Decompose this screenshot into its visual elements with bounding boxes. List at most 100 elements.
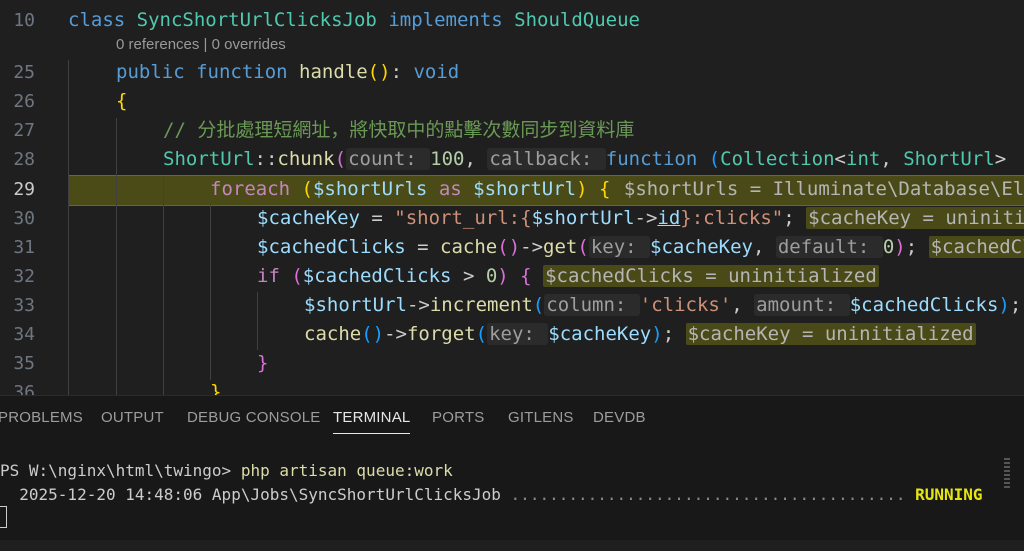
line-number: 25: [13, 62, 35, 83]
token: ,: [731, 294, 755, 316]
log-job: App\Jobs\SyncShortUrlClicksJob: [211, 485, 511, 504]
code-text: $cachedClicks = cache()->get(key: $cache…: [257, 233, 1024, 262]
token: cache: [440, 236, 498, 258]
token: }: [210, 381, 222, 395]
token: ): [497, 265, 521, 287]
token: ;: [905, 236, 929, 258]
token: handle: [299, 61, 368, 83]
token: function: [605, 148, 709, 170]
code-line[interactable]: 31 $cachedClicks = cache()->get(key: $cac…: [0, 233, 1024, 262]
token: 100: [430, 148, 465, 170]
codelens-references[interactable]: 0 references | 0 overrides: [116, 36, 286, 53]
line-number: 26: [13, 91, 35, 112]
token: get: [543, 236, 578, 258]
tab-output[interactable]: OUTPUT: [101, 409, 164, 426]
code-line[interactable]: 33 $shortUrl->increment(column: 'clicks',…: [0, 291, 1024, 320]
line-number: 31: [13, 237, 35, 258]
token: ShortUrl: [163, 148, 255, 170]
token: ,: [464, 148, 488, 170]
token: ,: [752, 236, 776, 258]
tab-debug-console[interactable]: DEBUG CONSOLE: [187, 409, 320, 426]
token: $cacheKey: [257, 207, 372, 229]
inlay-hint: amount:: [754, 294, 850, 316]
token: $cachedClicks: [302, 265, 463, 287]
terminal-log-line: 2025-12-20 14:48:06 App\Jobs\SyncShortUr…: [0, 483, 982, 507]
token: ): [998, 294, 1010, 316]
line-number: 28: [13, 149, 35, 170]
code-line[interactable]: 29 foreach ($shortUrls as $shortUrl) { $s…: [0, 175, 1024, 204]
token: SyncShortUrlClicksJob: [136, 9, 389, 31]
token: >: [462, 265, 486, 287]
line-number: 35: [13, 353, 35, 374]
token: 0: [882, 236, 895, 258]
bottom-panel: PROBLEMS OUTPUT DEBUG CONSOLE TERMINAL P…: [0, 395, 1024, 540]
line-number: 36: [13, 382, 35, 395]
inlay-hint: column:: [544, 294, 640, 316]
code-line[interactable]: 36}: [0, 378, 1024, 395]
token: (: [301, 178, 313, 200]
code-line[interactable]: 30 $cacheKey = "short_url:{$shortUrl->id}…: [0, 204, 1024, 233]
inlay-hint: key:: [588, 236, 651, 258]
token: ): [651, 323, 663, 345]
token: $cacheKey: [548, 323, 652, 345]
token: ->: [384, 323, 407, 345]
code-line[interactable]: 10 class SyncShortUrlClicksJob implements…: [0, 6, 1024, 35]
token: }: [257, 352, 269, 374]
token: 'clicks': [639, 294, 732, 316]
token: ShortUrl: [903, 148, 995, 170]
code-editor[interactable]: 0 references | 0 overrides 10 class SyncS…: [0, 0, 1024, 395]
token: int: [846, 148, 881, 170]
tab-gitlens[interactable]: GITLENS: [508, 409, 574, 426]
token: foreach: [210, 178, 302, 200]
token: void: [413, 61, 460, 83]
token: $shortUrl: [531, 207, 635, 229]
line-number: 30: [13, 208, 35, 229]
code-line[interactable]: 27 // 分批處理短網址，將快取中的點擊次數同步到資料庫: [0, 116, 1024, 145]
tab-devdb[interactable]: DEVDB: [593, 409, 646, 426]
code-text: cache()->forget(key: $cacheKey); $cacheK…: [304, 320, 976, 349]
line-number: 29: [13, 179, 35, 200]
tab-ports[interactable]: PORTS: [432, 409, 484, 426]
line-number: 34: [13, 324, 35, 345]
token: "short_url:{: [394, 207, 532, 229]
code-text: {: [116, 87, 127, 116]
token: {: [116, 90, 128, 112]
code-line[interactable]: 32 if ($cachedClicks > 0) { $cachedClicks…: [0, 262, 1024, 291]
token: public function: [116, 61, 300, 83]
line-number: 33: [13, 295, 35, 316]
token: ShouldQueue: [514, 9, 640, 31]
terminal-command: php artisan queue:work: [240, 461, 453, 480]
token: ::: [254, 148, 278, 170]
terminal-output[interactable]: PS W:\nginx\html\twingo> php artisan que…: [0, 456, 1000, 536]
token: ->: [406, 294, 430, 316]
code-line[interactable]: 35}: [0, 349, 1024, 378]
token: ): [894, 236, 906, 258]
panel-tabs: PROBLEMS OUTPUT DEBUG CONSOLE TERMINAL P…: [0, 396, 1024, 442]
inlay-hint: callback:: [487, 148, 606, 170]
code-line[interactable]: 25 public function handle(): void: [0, 58, 1024, 87]
terminal-scrollbar[interactable]: [1004, 458, 1010, 530]
token: if: [257, 265, 292, 287]
code-line[interactable]: 28 ShortUrl::chunk(count: 100, callback: …: [0, 145, 1024, 174]
token: =: [417, 236, 441, 258]
token: ): [576, 178, 599, 200]
token: (: [708, 148, 721, 170]
token: Collection: [720, 148, 835, 170]
token: ;: [662, 323, 686, 345]
token: <: [834, 148, 846, 170]
code-line[interactable]: 34 cache()->forget(key: $cacheKey); $cach…: [0, 320, 1024, 349]
token: ;: [783, 207, 807, 229]
log-dots: ........................................…: [510, 485, 916, 504]
token: $cachedClicks: [257, 236, 418, 258]
terminal-cursor: [0, 506, 7, 528]
token: ->: [520, 236, 544, 258]
token: as: [438, 178, 474, 200]
token: $shortUrl: [473, 178, 577, 200]
tab-problems[interactable]: PROBLEMS: [0, 409, 83, 426]
token: {: [598, 178, 622, 200]
code-line[interactable]: 26 {: [0, 87, 1024, 116]
inline-value: $cacheKey = uninitialized: [685, 323, 976, 345]
token: ->: [634, 207, 658, 229]
token: (: [532, 294, 545, 316]
tab-terminal[interactable]: TERMINAL: [333, 409, 411, 434]
